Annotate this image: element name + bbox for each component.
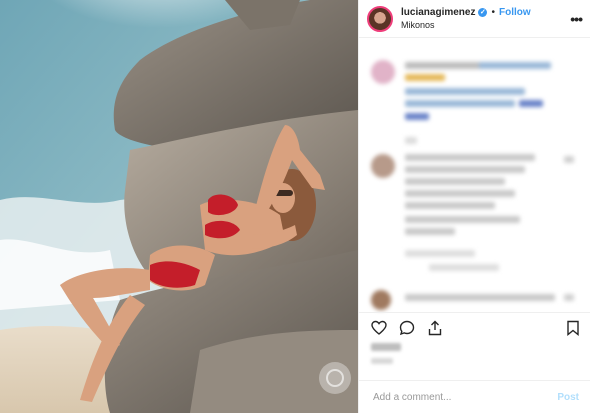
username-link[interactable]: lucianagimenez (401, 6, 475, 19)
post-comment-button[interactable]: Post (557, 392, 579, 403)
caption-avatar (371, 60, 395, 84)
post-timestamp (371, 358, 393, 364)
likes-count[interactable] (371, 343, 401, 351)
post-sidebar: lucianagimenez ✓ • Follow Mikonos ••• Ad… (358, 0, 590, 413)
add-comment-box: Post (359, 380, 590, 413)
user-info: lucianagimenez ✓ • Follow Mikonos (401, 6, 531, 32)
avatar[interactable] (367, 5, 393, 32)
comment-avatar (371, 154, 395, 178)
comment-input[interactable] (371, 390, 558, 404)
user-line: lucianagimenez ✓ • Follow (401, 6, 531, 19)
share-icon[interactable] (427, 320, 443, 336)
action-bar (359, 312, 590, 341)
caption-comment (359, 38, 590, 310)
post-header: lucianagimenez ✓ • Follow Mikonos ••• (359, 0, 590, 38)
separator-dot: • (491, 6, 495, 18)
beach-photo-illustration (0, 0, 358, 413)
verified-badge-icon: ✓ (478, 7, 488, 17)
more-options-icon[interactable]: ••• (570, 11, 583, 27)
bookmark-icon[interactable] (565, 320, 581, 336)
post-photo[interactable] (0, 0, 358, 413)
location-link[interactable]: Mikonos (401, 19, 531, 32)
comment-avatar (371, 290, 391, 310)
instagram-post: lucianagimenez ✓ • Follow Mikonos ••• Ad… (0, 0, 590, 413)
comments-list (359, 38, 590, 310)
heart-icon[interactable] (371, 320, 387, 336)
comment-bubble-icon[interactable] (399, 320, 415, 336)
follow-button[interactable]: Follow (499, 6, 531, 19)
